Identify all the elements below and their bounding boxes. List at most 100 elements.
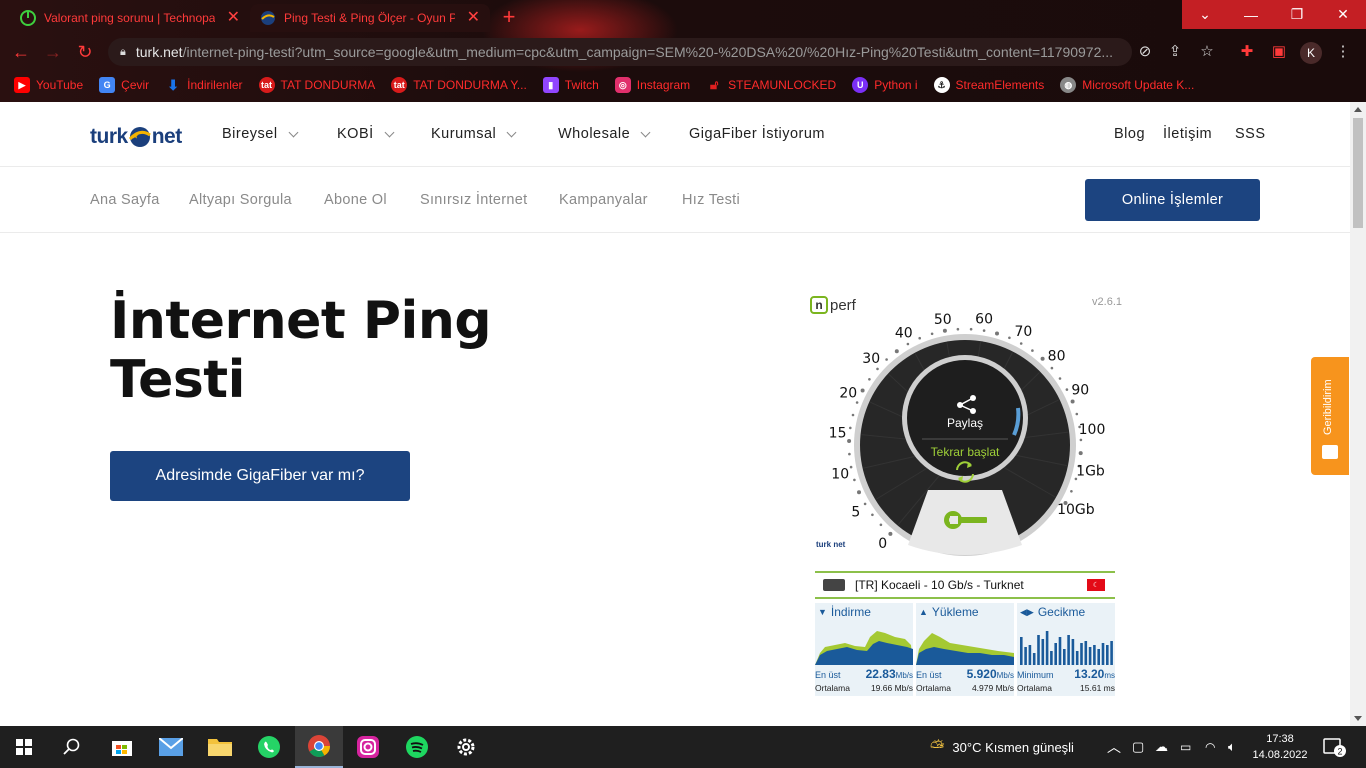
- gigafiber-check-button[interactable]: Adresimde GigaFiber var mı?: [110, 451, 410, 501]
- gauge-dot: [1070, 490, 1073, 493]
- clock-date: 14.08.2022: [1252, 749, 1308, 761]
- page-scrollbar[interactable]: [1350, 102, 1366, 726]
- feedback-chat-icon: [1322, 445, 1338, 459]
- spotify-icon[interactable]: [393, 726, 441, 768]
- restart-label[interactable]: Tekrar başlat: [931, 445, 1000, 459]
- weather-widget[interactable]: ⛅︎ 30°C Kısmen güneşli: [930, 726, 1074, 768]
- share-page-icon[interactable]: ⇪: [1164, 42, 1186, 60]
- tab-ping-testi[interactable]: Ping Testi & Ping Ölçer - Oyun Pi ✕: [250, 4, 490, 32]
- gauge-dot: [863, 502, 867, 506]
- gauge-scale-label: 40: [895, 326, 913, 342]
- gauge-dot: [1008, 336, 1011, 340]
- back-icon[interactable]: ←: [10, 42, 32, 64]
- subnav-kampanyalar[interactable]: Kampanyalar: [559, 192, 648, 208]
- subnav-altyapi-sorgula[interactable]: Altyapı Sorgula: [189, 192, 292, 208]
- nav-sss[interactable]: SSS: [1235, 126, 1266, 142]
- instagram-app-icon[interactable]: [344, 726, 392, 768]
- extensions-icon[interactable]: ✚: [1236, 42, 1258, 60]
- server-info-bar[interactable]: [TR] Kocaeli - 10 Gb/s - Turknet ☾: [815, 571, 1115, 599]
- tab-search-icon[interactable]: ⌄: [1182, 0, 1228, 29]
- nav-bireysel[interactable]: Bireysel: [222, 126, 299, 142]
- bookmark-twitch[interactable]: ▮ Twitch: [542, 77, 599, 93]
- whatsapp-icon[interactable]: [245, 726, 293, 768]
- store-icon[interactable]: [98, 726, 146, 768]
- bookmark-tat-2[interactable]: tat TAT DONDURMA Y...: [391, 77, 527, 93]
- subnav-abone-ol[interactable]: Abone Ol: [324, 192, 387, 208]
- nav-wholesale[interactable]: Wholesale: [558, 126, 651, 142]
- feedback-tab[interactable]: Geribildirim: [1311, 357, 1349, 475]
- latency-bar: [1063, 649, 1066, 665]
- profile-avatar[interactable]: K: [1300, 42, 1322, 64]
- bookmark-microsoft-update[interactable]: ◍ Microsoft Update K...: [1060, 77, 1194, 93]
- latency-bar: [1045, 631, 1049, 665]
- chrome-icon[interactable]: [295, 726, 343, 768]
- close-tab-icon[interactable]: ✕: [467, 10, 480, 26]
- nav-kobi[interactable]: KOBİ: [337, 126, 395, 142]
- onedrive-cloud-icon[interactable]: ☁︎: [1155, 726, 1168, 768]
- online-islemler-button[interactable]: Online İşlemler: [1085, 179, 1260, 221]
- system-clock[interactable]: 17:38 14.08.2022: [1250, 731, 1310, 763]
- bookmark-tat-1[interactable]: tat TAT DONDURMA: [258, 77, 375, 93]
- secondary-navigation: Ana Sayfa Altyapı Sorgula Abone Ol Sınır…: [0, 168, 1350, 233]
- main-navigation: turk net Bireysel KOBİ Kurumsal Wholesal…: [0, 102, 1350, 167]
- latency-header: ◀▶ Gecikme: [1020, 605, 1086, 619]
- bookmark-star-icon[interactable]: ☆: [1196, 42, 1218, 60]
- subnav-sinirsiz-internet[interactable]: Sınırsız İnternet: [420, 192, 527, 208]
- nav-gigafiber-istiyorum[interactable]: GigaFiber İstiyorum: [689, 126, 825, 142]
- tab-technopat[interactable]: Valorant ping sorunu | Technopat ✕: [10, 4, 250, 32]
- wifi-icon[interactable]: ◠: [1205, 726, 1215, 768]
- restore-icon[interactable]: ❐: [1274, 0, 1320, 29]
- new-tab-icon[interactable]: +: [497, 6, 521, 30]
- gauge-dot: [969, 327, 973, 331]
- show-hidden-icons[interactable]: ︿: [1107, 726, 1121, 768]
- close-tab-icon[interactable]: ✕: [227, 10, 240, 26]
- start-windows-icon[interactable]: [0, 726, 48, 768]
- minimize-icon[interactable]: —: [1228, 0, 1274, 29]
- battery-icon[interactable]: ▭: [1180, 726, 1191, 768]
- gauge-dot: [879, 523, 883, 527]
- bookmark-instagram[interactable]: ◎ Instagram: [614, 77, 690, 93]
- reload-icon[interactable]: ↻: [74, 42, 96, 64]
- latency-stat: ◀▶ Gecikme Minimum 13.20ms Ortalama 15.61 m…: [1017, 603, 1115, 696]
- bookmark-python[interactable]: U Python i: [852, 77, 918, 93]
- blocked-icon[interactable]: ⊘: [1134, 42, 1156, 60]
- scroll-up-icon[interactable]: [1354, 107, 1362, 112]
- chevron-down-icon: [384, 127, 395, 137]
- file-explorer-icon[interactable]: [196, 726, 244, 768]
- notification-center-icon[interactable]: 2: [1322, 726, 1346, 768]
- subnav-ana-sayfa[interactable]: Ana Sayfa: [90, 192, 160, 208]
- bookmark-cevir[interactable]: G Çevir: [99, 77, 149, 93]
- nav-iletisim[interactable]: İletişim: [1163, 126, 1212, 142]
- lock-icon[interactable]: 🔒︎: [120, 46, 126, 59]
- gauge-dot: [853, 478, 856, 482]
- bookmark-indirilenler[interactable]: ⬇ İndirilenler: [165, 77, 242, 93]
- settings-gear-icon[interactable]: [442, 726, 490, 768]
- latency-bar: [1080, 643, 1083, 665]
- side-panel-icon[interactable]: ▣: [1268, 42, 1290, 60]
- forward-icon[interactable]: →: [42, 42, 64, 64]
- nav-kurumsal[interactable]: Kurumsal: [431, 126, 517, 142]
- bookmark-streamelements[interactable]: ⚓︎ StreamElements: [933, 77, 1044, 93]
- twitch-icon: ▮: [542, 77, 559, 93]
- address-bar[interactable]: 🔒︎ turk.net/internet-ping-testi?utm_sour…: [108, 38, 1132, 66]
- scroll-down-icon[interactable]: [1354, 716, 1362, 721]
- gauge-dot: [942, 328, 947, 333]
- instagram-icon: ◎: [614, 77, 631, 93]
- gauge-dot: [982, 329, 986, 332]
- bookmark-youtube[interactable]: ▶ YouTube: [14, 77, 83, 93]
- turknet-logo[interactable]: turk net: [90, 122, 182, 152]
- gauge-dot: [849, 426, 852, 430]
- menu-kebab-icon[interactable]: ⋮: [1332, 42, 1354, 60]
- meet-now-icon[interactable]: ▢: [1132, 726, 1144, 768]
- bookmark-steamunlocked[interactable]: 🔓︎ STEAMUNLOCKED: [706, 77, 836, 93]
- streamelements-icon: ⚓︎: [933, 77, 950, 93]
- scrollbar-thumb[interactable]: [1353, 118, 1363, 228]
- volume-icon[interactable]: 🔈︎: [1228, 726, 1236, 768]
- latency-bar: [1106, 645, 1109, 665]
- close-window-icon[interactable]: ✕: [1320, 0, 1366, 29]
- share-label[interactable]: Paylaş: [947, 416, 983, 430]
- search-icon[interactable]: [48, 726, 96, 768]
- nav-blog[interactable]: Blog: [1114, 126, 1145, 142]
- subnav-hiz-testi[interactable]: Hız Testi: [682, 192, 740, 208]
- mail-icon[interactable]: [147, 726, 195, 768]
